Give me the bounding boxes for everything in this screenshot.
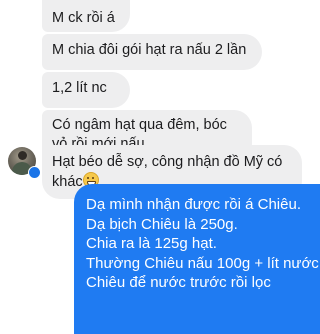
message-text: 1,2 lít nc (52, 80, 107, 96)
messenger-badge-icon (28, 166, 41, 179)
message-line: Chia ra là 125g hạt. (86, 235, 217, 252)
message-text: M chia đôi gói hạt ra nấu 2 lần (52, 42, 247, 58)
message-line: Dạ bịch Chiêu là 250g. (86, 215, 238, 233)
outgoing-message[interactable]: Dạ mình nhận được rồi á Chiêu. Dạ bịch C… (74, 184, 320, 334)
chat-thread: M ck rồi á M chia đôi gói hạt ra nấu 2 l… (0, 0, 320, 334)
incoming-message[interactable]: M chia đôi gói hạt ra nấu 2 lần (42, 34, 262, 70)
message-text: M ck rồi á (52, 10, 115, 26)
incoming-message[interactable]: M ck rồi á (42, 0, 130, 32)
incoming-message[interactable]: 1,2 lít nc (42, 72, 130, 108)
avatar-head (18, 151, 27, 160)
message-line: Chiêu để nước trước rồi lọc (86, 274, 271, 291)
message-line: Dạ mình nhận được rồi á Chiêu. (86, 196, 301, 213)
message-line: Thường Chiêu nấu 100g + lít nước. (86, 254, 320, 272)
